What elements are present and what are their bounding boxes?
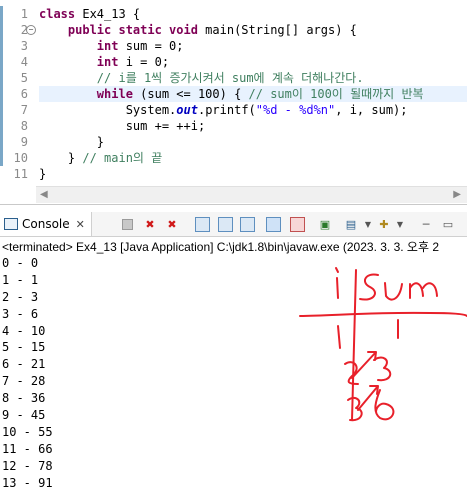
handwritten-annotation bbox=[299, 267, 467, 422]
